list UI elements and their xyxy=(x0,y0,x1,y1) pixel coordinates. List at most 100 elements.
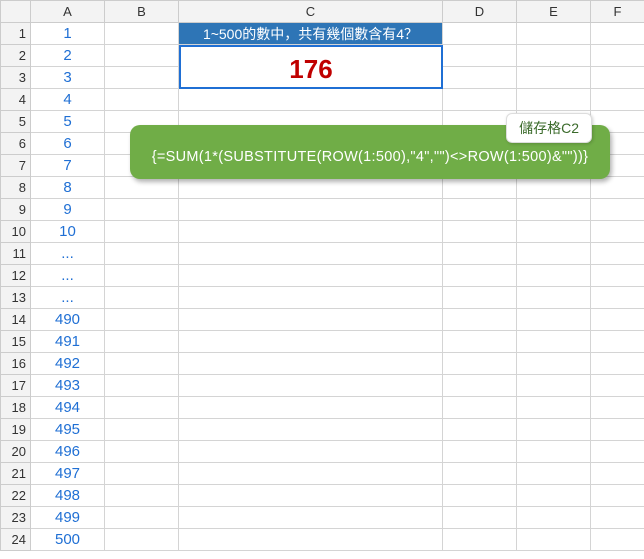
cell-F10[interactable] xyxy=(591,221,644,243)
cell-E24[interactable] xyxy=(517,529,591,551)
cell-A12[interactable]: ... xyxy=(31,265,105,287)
cell-A23[interactable]: 499 xyxy=(31,507,105,529)
cell-B9[interactable] xyxy=(105,199,179,221)
cell-F22[interactable] xyxy=(591,485,644,507)
cell-E12[interactable] xyxy=(517,265,591,287)
cell-D11[interactable] xyxy=(443,243,517,265)
cell-A14[interactable]: 490 xyxy=(31,309,105,331)
col-header-A[interactable]: A xyxy=(31,1,105,23)
cell-D3[interactable] xyxy=(443,67,517,89)
row-header-20[interactable]: 20 xyxy=(1,441,31,463)
cell-F14[interactable] xyxy=(591,309,644,331)
cell-A3[interactable]: 3 xyxy=(31,67,105,89)
cell-F4[interactable] xyxy=(591,89,644,111)
cell-A11[interactable]: ... xyxy=(31,243,105,265)
cell-D13[interactable] xyxy=(443,287,517,309)
cell-B10[interactable] xyxy=(105,221,179,243)
row-header-11[interactable]: 11 xyxy=(1,243,31,265)
select-all-corner[interactable] xyxy=(1,1,31,23)
cell-D14[interactable] xyxy=(443,309,517,331)
row-header-23[interactable]: 23 xyxy=(1,507,31,529)
cell-A8[interactable]: 8 xyxy=(31,177,105,199)
cell-C16[interactable] xyxy=(179,353,443,375)
cell-F3[interactable] xyxy=(591,67,644,89)
row-header-2[interactable]: 2 xyxy=(1,45,31,67)
cell-C10[interactable] xyxy=(179,221,443,243)
cell-E11[interactable] xyxy=(517,243,591,265)
cell-C20[interactable] xyxy=(179,441,443,463)
cell-B11[interactable] xyxy=(105,243,179,265)
row-header-24[interactable]: 24 xyxy=(1,529,31,551)
cell-E22[interactable] xyxy=(517,485,591,507)
cell-B3[interactable] xyxy=(105,67,179,89)
cell-A7[interactable]: 7 xyxy=(31,155,105,177)
cell-C14[interactable] xyxy=(179,309,443,331)
row-header-17[interactable]: 17 xyxy=(1,375,31,397)
cell-E17[interactable] xyxy=(517,375,591,397)
col-header-F[interactable]: F xyxy=(591,1,644,23)
cell-D17[interactable] xyxy=(443,375,517,397)
cell-D8[interactable] xyxy=(443,177,517,199)
row-header-13[interactable]: 13 xyxy=(1,287,31,309)
cell-E2[interactable] xyxy=(517,45,591,67)
col-header-C[interactable]: C xyxy=(179,1,443,23)
cell-E13[interactable] xyxy=(517,287,591,309)
cell-D23[interactable] xyxy=(443,507,517,529)
cell-A22[interactable]: 498 xyxy=(31,485,105,507)
row-header-19[interactable]: 19 xyxy=(1,419,31,441)
cell-B18[interactable] xyxy=(105,397,179,419)
cell-B20[interactable] xyxy=(105,441,179,463)
cell-C17[interactable] xyxy=(179,375,443,397)
row-header-7[interactable]: 7 xyxy=(1,155,31,177)
row-header-4[interactable]: 4 xyxy=(1,89,31,111)
row-header-5[interactable]: 5 xyxy=(1,111,31,133)
cell-D4[interactable] xyxy=(443,89,517,111)
cell-E19[interactable] xyxy=(517,419,591,441)
cell-B1[interactable] xyxy=(105,23,179,45)
cell-F2[interactable] xyxy=(591,45,644,67)
cell-C4[interactable] xyxy=(179,89,443,111)
cell-C19[interactable] xyxy=(179,419,443,441)
cell-A2[interactable]: 2 xyxy=(31,45,105,67)
cell-B13[interactable] xyxy=(105,287,179,309)
cell-C15[interactable] xyxy=(179,331,443,353)
cell-A19[interactable]: 495 xyxy=(31,419,105,441)
cell-D22[interactable] xyxy=(443,485,517,507)
row-header-8[interactable]: 8 xyxy=(1,177,31,199)
cell-B17[interactable] xyxy=(105,375,179,397)
cell-C22[interactable] xyxy=(179,485,443,507)
cell-F8[interactable] xyxy=(591,177,644,199)
cell-C2[interactable]: 176 xyxy=(179,45,443,89)
cell-F11[interactable] xyxy=(591,243,644,265)
cell-B22[interactable] xyxy=(105,485,179,507)
cell-E18[interactable] xyxy=(517,397,591,419)
row-header-6[interactable]: 6 xyxy=(1,133,31,155)
cell-A4[interactable]: 4 xyxy=(31,89,105,111)
cell-E4[interactable] xyxy=(517,89,591,111)
cell-C18[interactable] xyxy=(179,397,443,419)
cell-E9[interactable] xyxy=(517,199,591,221)
cell-A21[interactable]: 497 xyxy=(31,463,105,485)
cell-B8[interactable] xyxy=(105,177,179,199)
row-header-21[interactable]: 21 xyxy=(1,463,31,485)
cell-B12[interactable] xyxy=(105,265,179,287)
cell-C13[interactable] xyxy=(179,287,443,309)
cell-F17[interactable] xyxy=(591,375,644,397)
cell-C8[interactable] xyxy=(179,177,443,199)
cell-A5[interactable]: 5 xyxy=(31,111,105,133)
cell-F23[interactable] xyxy=(591,507,644,529)
cell-D1[interactable] xyxy=(443,23,517,45)
cell-D18[interactable] xyxy=(443,397,517,419)
spreadsheet-grid[interactable]: ABCDEF111~500的數中，共有幾個數含有4？22176334455667… xyxy=(0,0,644,551)
row-header-16[interactable]: 16 xyxy=(1,353,31,375)
cell-E23[interactable] xyxy=(517,507,591,529)
row-header-10[interactable]: 10 xyxy=(1,221,31,243)
cell-F20[interactable] xyxy=(591,441,644,463)
cell-C24[interactable] xyxy=(179,529,443,551)
cell-B14[interactable] xyxy=(105,309,179,331)
cell-D9[interactable] xyxy=(443,199,517,221)
cell-E15[interactable] xyxy=(517,331,591,353)
row-header-1[interactable]: 1 xyxy=(1,23,31,45)
cell-D24[interactable] xyxy=(443,529,517,551)
cell-D2[interactable] xyxy=(443,45,517,67)
